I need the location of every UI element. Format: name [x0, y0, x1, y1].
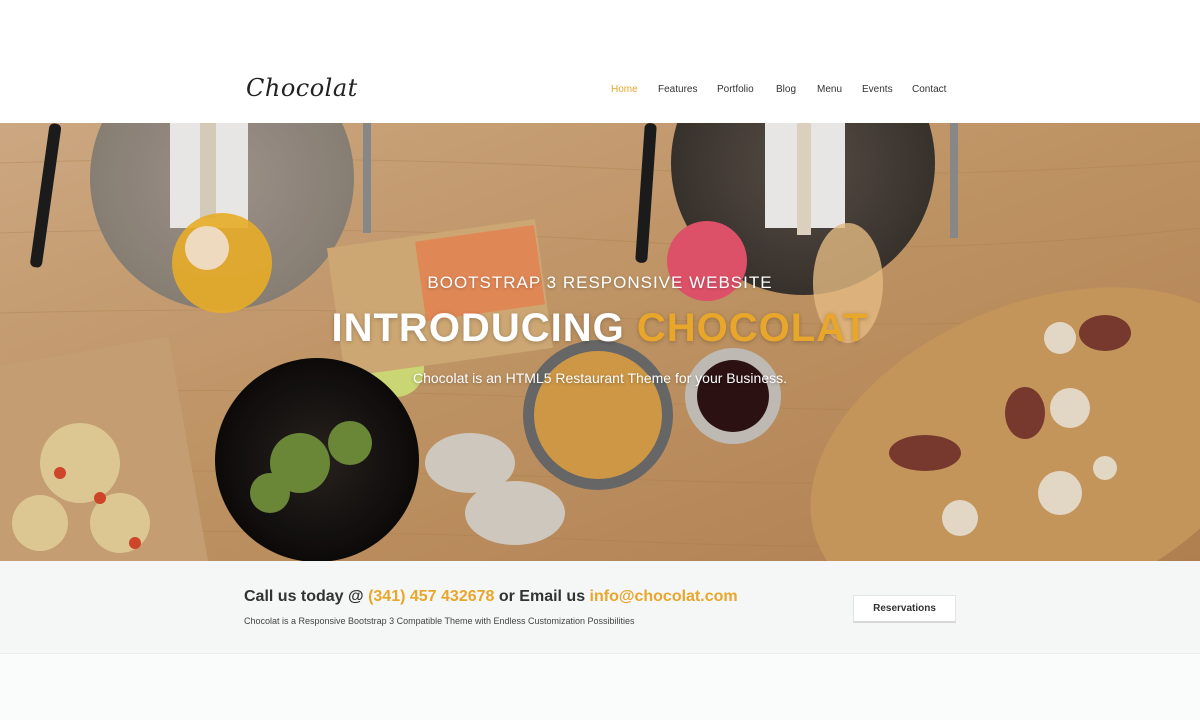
callout-tagline: Chocolat is a Responsive Bootstrap 3 Com… — [244, 616, 635, 626]
email-link[interactable]: info@chocolat.com — [590, 588, 738, 605]
hero-title: INTRODUCING CHOCOLAT — [0, 306, 1200, 351]
nav-item-blog[interactable]: Blog — [776, 84, 796, 95]
site-header: Chocolat Home Features Portfolio Blog Me… — [0, 0, 1200, 123]
nav-item-home[interactable]: Home — [611, 84, 638, 95]
hero-description: Chocolat is an HTML5 Restaurant Theme fo… — [412, 370, 788, 386]
nav-item-portfolio[interactable]: Portfolio — [717, 84, 754, 95]
nav-item-events[interactable]: Events — [862, 84, 893, 95]
phone-link[interactable]: (341) 457 432678 — [368, 588, 494, 605]
main-nav: Home Features Portfolio Blog Menu Events… — [0, 84, 1200, 100]
hero-subtitle: BOOTSTRAP 3 RESPONSIVE WEBSITE — [427, 273, 773, 292]
hero-banner: BOOTSTRAP 3 RESPONSIVE WEBSITE INTRODUCI… — [0, 123, 1200, 561]
hero-title-accent: CHOCOLAT — [636, 306, 869, 350]
reservations-button[interactable]: Reservations — [853, 595, 956, 623]
call-prefix: Call us today @ — [244, 588, 369, 605]
call-line: Call us today @ (341) 457 432678 or Emai… — [244, 588, 738, 606]
nav-item-menu[interactable]: Menu — [817, 84, 842, 95]
nav-item-features[interactable]: Features — [658, 84, 697, 95]
section-below — [0, 655, 1200, 720]
hero-title-main: INTRODUCING — [331, 306, 637, 350]
nav-item-contact[interactable]: Contact — [912, 84, 946, 95]
call-middle: or Email us — [494, 588, 590, 605]
contact-callout: Call us today @ (341) 457 432678 or Emai… — [0, 561, 1200, 654]
